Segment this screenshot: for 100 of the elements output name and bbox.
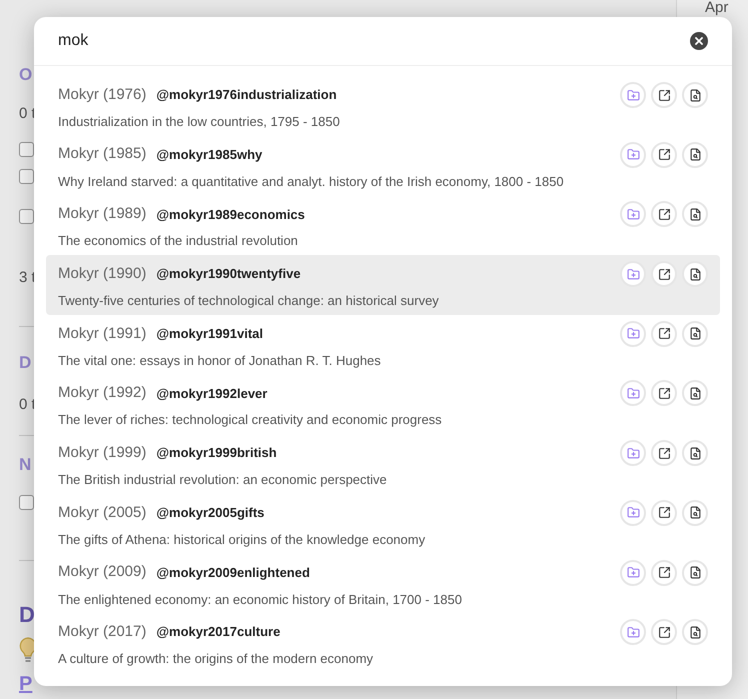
result-author: Mokyr (2017) — [58, 622, 146, 642]
view-file-button[interactable] — [682, 201, 708, 228]
add-to-folder-button[interactable] — [620, 619, 646, 646]
result-author: Mokyr (2005) — [58, 502, 146, 523]
result-title: The gifts of Athena: historical origins of the knowledge economy — [58, 530, 426, 549]
result-author: Mokyr (1990) — [58, 264, 146, 284]
add-to-folder-button[interactable] — [620, 142, 646, 168]
file-search-icon — [688, 327, 702, 340]
folder-plus-icon — [626, 327, 640, 340]
citation-key: @mokyr2005gifts — [156, 503, 264, 523]
result-title: Industrialization in the low countries, 1795 - 1850 — [58, 113, 341, 131]
file-search-icon — [688, 386, 702, 400]
view-file-button[interactable] — [682, 619, 708, 646]
open-external-button[interactable] — [651, 440, 677, 466]
result-author: Mokyr (2009) — [58, 562, 146, 582]
lightbulb-icon — [19, 636, 37, 663]
month-heading: Apr — [705, 0, 730, 16]
add-to-folder-button[interactable] — [620, 440, 646, 466]
add-to-folder-button[interactable] — [620, 320, 646, 347]
add-to-folder-button[interactable] — [620, 500, 646, 526]
add-to-folder-button[interactable] — [620, 560, 646, 586]
file-search-icon — [688, 506, 702, 520]
checkbox[interactable] — [19, 168, 34, 184]
folder-plus-icon — [626, 626, 640, 639]
folder-plus-icon — [626, 268, 640, 281]
search-field[interactable]: mok — [58, 29, 690, 53]
result-title: The vital one: essays in honor of Jonathan R. T. Hughes — [58, 352, 382, 370]
add-to-folder-button[interactable] — [620, 82, 646, 108]
external-link-icon — [658, 506, 670, 520]
open-external-button[interactable] — [651, 82, 677, 108]
open-external-button[interactable] — [651, 380, 677, 406]
section-heading: D — [19, 352, 32, 374]
citation-key: @mokyr2009enlightened — [156, 562, 310, 582]
open-external-button[interactable] — [651, 201, 677, 228]
citation-key: @mokyr1990twentyfive — [156, 264, 301, 284]
add-to-folder-button[interactable] — [620, 261, 646, 288]
section-heading: N — [19, 454, 32, 476]
checkbox[interactable] — [19, 142, 34, 157]
citation-key: @mokyr1985why — [156, 144, 262, 164]
result-title: The economics of the industrial revolution — [58, 232, 299, 250]
external-link-icon — [658, 88, 670, 102]
result-author: Mokyr (1991) — [58, 324, 146, 344]
result-author: Mokyr (1976) — [58, 84, 146, 105]
view-file-button[interactable] — [682, 380, 708, 406]
clear-search-button[interactable] — [690, 32, 708, 50]
result-title: The enlightened economy: an economic history of Britain, 1700 - 1850 — [58, 590, 463, 609]
checkbox[interactable] — [19, 494, 34, 510]
result-title: Twenty-five centuries of technological change: an historical survey — [58, 292, 440, 310]
open-external-button[interactable] — [651, 142, 677, 168]
view-file-button[interactable] — [682, 82, 708, 108]
citation-key: @mokyr2017culture — [156, 622, 280, 642]
result-author: Mokyr (1992) — [58, 383, 146, 404]
result-author: Mokyr (1999) — [58, 442, 146, 463]
view-file-button[interactable] — [682, 142, 708, 168]
open-external-button[interactable] — [651, 320, 677, 347]
external-link-icon — [658, 208, 670, 221]
open-external-button[interactable] — [651, 261, 677, 288]
folder-plus-icon — [626, 386, 640, 400]
file-search-icon — [688, 88, 702, 102]
citation-key: @mokyr1989economics — [156, 204, 305, 224]
citation-key: @mokyr1999british — [156, 443, 277, 463]
open-external-button[interactable] — [651, 500, 677, 526]
result-author: Mokyr (1985) — [58, 144, 146, 164]
result-title: The British industrial revolution: an economic perspective — [58, 471, 388, 490]
file-search-icon — [688, 208, 702, 221]
open-external-button[interactable] — [651, 619, 677, 646]
external-link-icon — [658, 626, 670, 639]
external-link-icon — [658, 268, 670, 281]
view-file-button[interactable] — [682, 500, 708, 526]
citation-key: @mokyr1992lever — [156, 384, 268, 404]
checkbox[interactable] — [19, 209, 34, 224]
file-search-icon — [688, 626, 702, 639]
page-title: D — [19, 601, 35, 630]
external-link-icon — [658, 566, 670, 579]
citation-key: @mokyr1991vital — [156, 324, 263, 344]
result-title: A culture of growth: the origins of the modern economy — [58, 650, 374, 668]
citation-key: @mokyr1976industrialization — [156, 85, 337, 105]
folder-plus-icon — [626, 88, 640, 102]
folder-plus-icon — [626, 208, 640, 221]
result-item[interactable]: Mokyr (1990) @mokyr1990twentyfive Twenty-five centuries of technological change: an historical survey — [46, 255, 720, 315]
external-link-icon — [658, 386, 670, 400]
folder-plus-icon — [626, 566, 640, 579]
file-search-icon — [688, 446, 702, 460]
external-link-icon — [658, 327, 670, 340]
view-file-button[interactable] — [682, 440, 708, 466]
add-to-folder-button[interactable] — [620, 380, 646, 406]
section-heading: O — [19, 64, 32, 86]
view-file-button[interactable] — [682, 261, 708, 288]
file-search-icon — [688, 566, 702, 579]
folder-plus-icon — [626, 148, 640, 162]
open-external-button[interactable] — [651, 560, 677, 586]
close-icon — [695, 37, 703, 45]
view-file-button[interactable] — [682, 560, 708, 586]
view-file-button[interactable] — [682, 320, 708, 347]
result-title: The lever of riches: technological creativity and economic progress — [58, 411, 443, 430]
external-link-icon — [658, 148, 670, 162]
result-author: Mokyr (1989) — [58, 204, 146, 224]
add-to-folder-button[interactable] — [620, 201, 646, 228]
folder-plus-icon — [626, 506, 640, 520]
file-search-icon — [688, 148, 702, 162]
